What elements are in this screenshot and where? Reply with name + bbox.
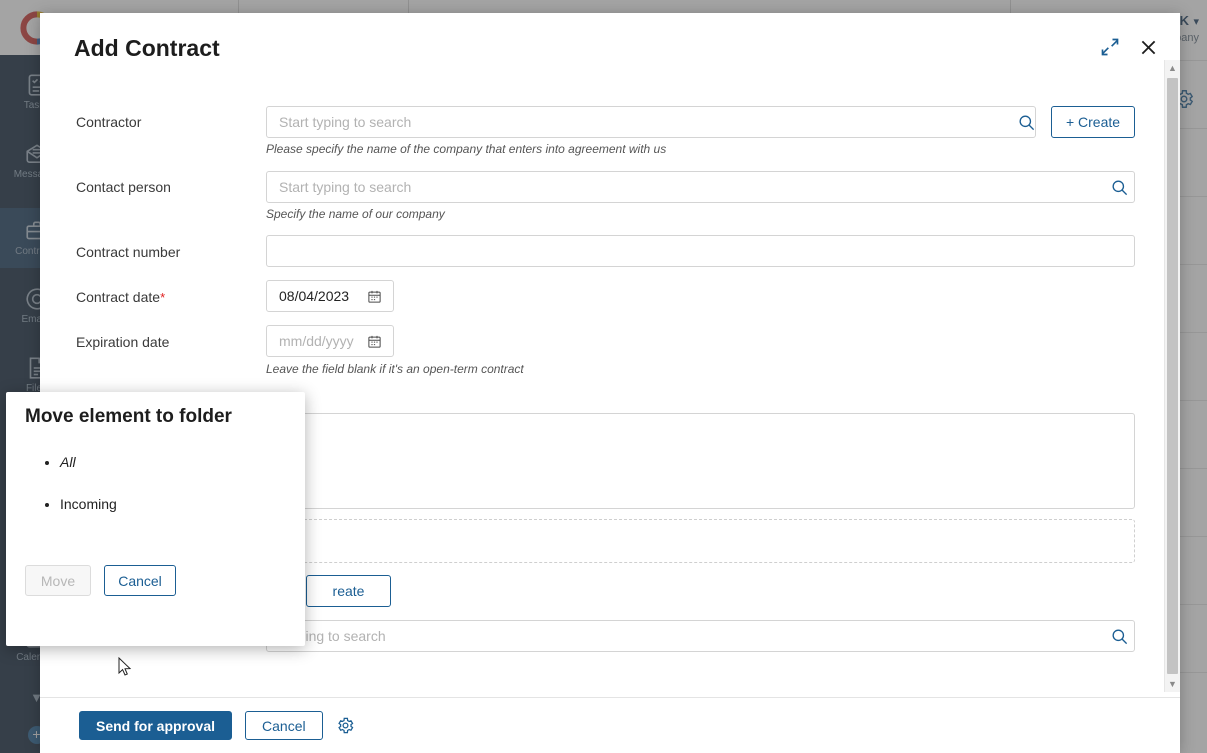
scrollbar-thumb[interactable] (1167, 78, 1178, 674)
comment-textarea[interactable] (266, 413, 1135, 509)
caret-up-icon[interactable]: ▲ (1165, 60, 1180, 76)
dialog-header: Add Contract (40, 13, 1180, 69)
cancel-button[interactable]: Cancel (245, 711, 323, 740)
contractor-input[interactable] (266, 106, 1036, 138)
search-icon[interactable] (1110, 178, 1129, 197)
create-contractor-button[interactable]: + Create (1051, 106, 1135, 138)
field-label-text: Contract date (76, 289, 161, 305)
move-button[interactable]: Move (25, 565, 91, 596)
field-hint: Please specify the name of the company t… (266, 142, 667, 156)
page-title: Add Contract (74, 35, 220, 61)
contract-number-input[interactable] (266, 235, 1135, 267)
expand-diagonal-icon[interactable] (1100, 37, 1122, 59)
field-label: Contractor (76, 114, 142, 130)
search-icon[interactable] (1017, 113, 1036, 132)
move-element-dialog: Move element to folder All Incoming Move… (6, 392, 305, 646)
file-dropzone[interactable]: le (266, 519, 1135, 563)
caret-down-icon[interactable]: ▼ (1165, 676, 1180, 692)
gear-icon[interactable] (336, 716, 355, 735)
field-label: Contract number (76, 244, 181, 260)
popup-cancel-button[interactable]: Cancel (104, 565, 176, 596)
create-button[interactable]: reate (306, 575, 391, 607)
field-hint: Specify the name of our company (266, 207, 445, 221)
linked-search-input[interactable] (266, 620, 1135, 652)
list-item[interactable]: Incoming (60, 496, 117, 512)
calendar-icon[interactable] (367, 334, 382, 349)
field-label: Contact person (76, 179, 171, 195)
contact-person-input[interactable] (266, 171, 1135, 203)
search-icon[interactable] (1110, 627, 1129, 646)
close-x-icon[interactable] (1138, 37, 1160, 59)
folder-name: Incoming (60, 496, 117, 512)
field-label: Contract date* (76, 289, 165, 305)
field-label: Expiration date (76, 334, 170, 350)
field-hint: Leave the field blank if it's an open-te… (266, 362, 524, 376)
dialog-scrollbar[interactable]: ▲ ▼ (1164, 60, 1180, 692)
calendar-icon[interactable] (367, 289, 382, 304)
send-for-approval-button[interactable]: Send for approval (79, 711, 233, 740)
dialog-footer: Send for approval Cancel (40, 697, 1180, 753)
folder-name: All (60, 454, 76, 470)
folder-list: All Incoming (42, 454, 117, 538)
list-item[interactable]: All (60, 454, 117, 470)
popup-title: Move element to folder (25, 406, 232, 427)
required-marker: * (160, 290, 166, 305)
